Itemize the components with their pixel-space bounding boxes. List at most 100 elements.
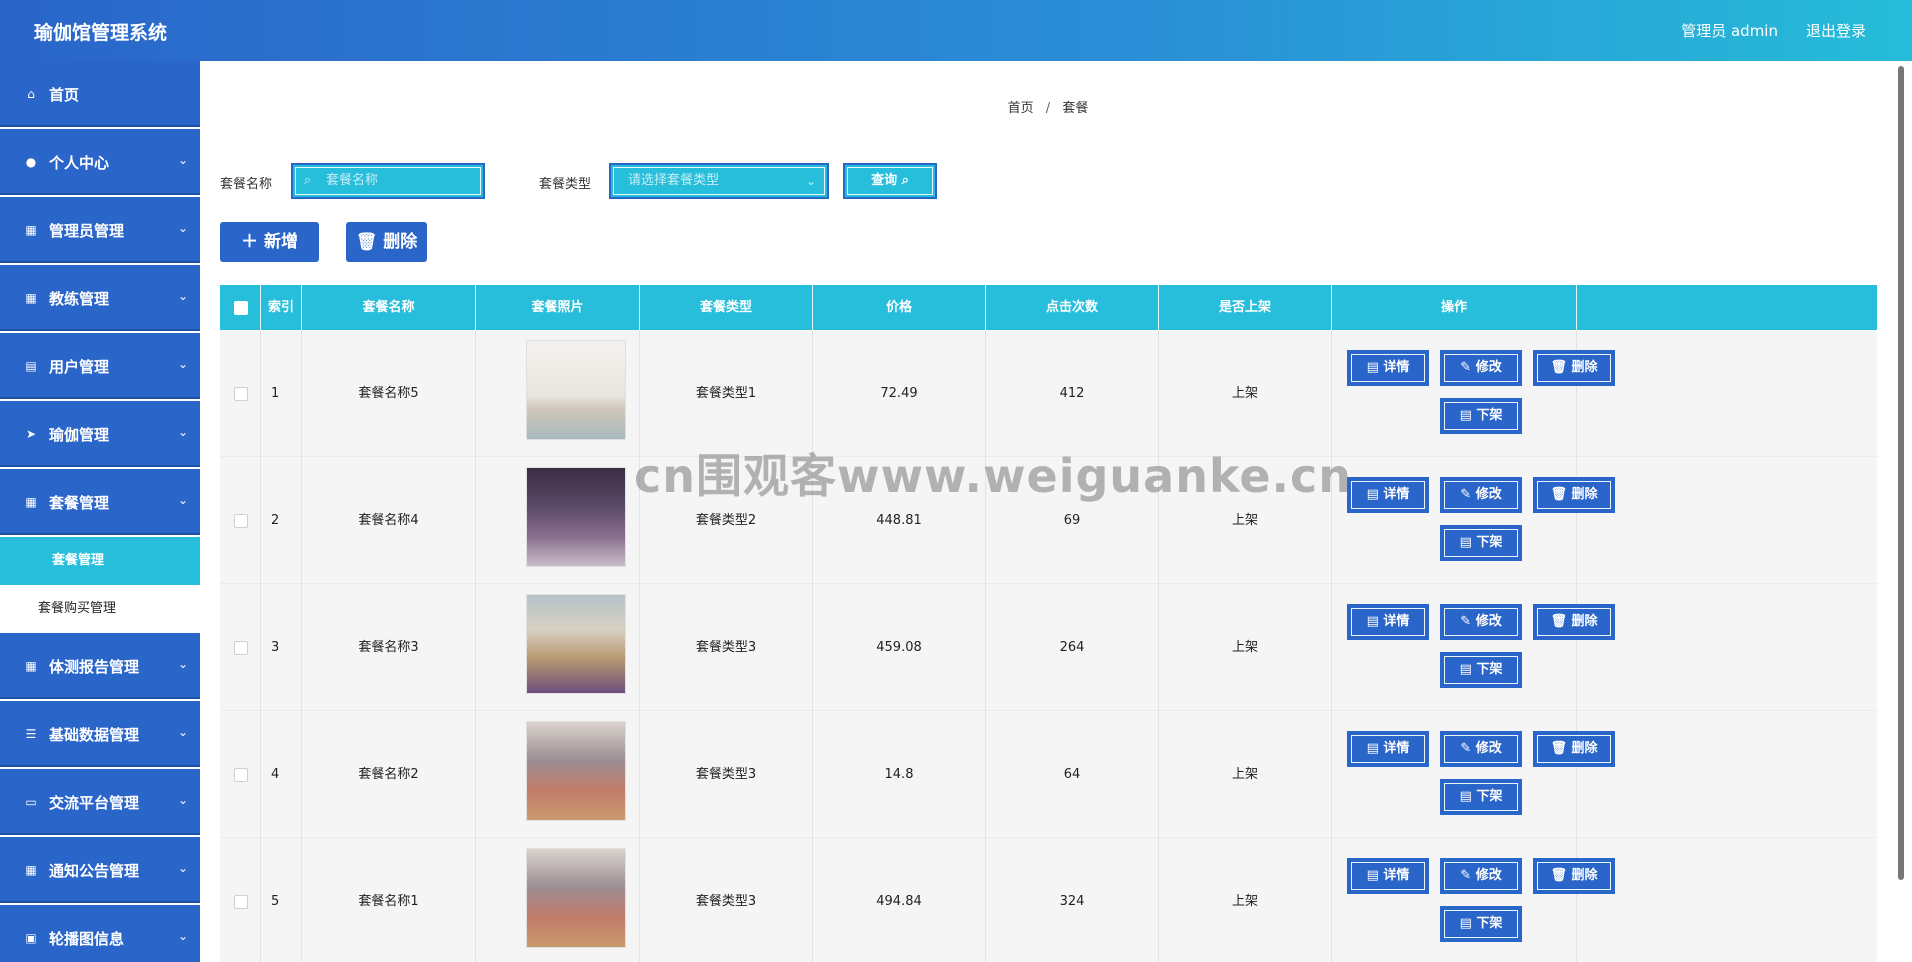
offshelf-button-label: ▤ 下架 [1444, 656, 1518, 684]
sidebar-item-carousel[interactable]: ▣ 轮播图信息 ⌄ [0, 905, 200, 962]
edit-button[interactable]: ✎ 修改 [1440, 604, 1522, 640]
select-all-checkbox[interactable] [234, 301, 248, 315]
row-package-type: 套餐类型3 [640, 584, 813, 711]
row-checkbox[interactable] [234, 387, 248, 401]
sidebar-item-home[interactable]: ⌂ 首页 [0, 61, 200, 129]
delete-button[interactable]: 🗑 删除 [1533, 604, 1615, 640]
page-scrollbar[interactable] [1896, 61, 1906, 962]
offshelf-button[interactable]: ▤ 下架 [1440, 906, 1522, 942]
row-price: 459.08 [813, 584, 986, 711]
sidebar-item-notices[interactable]: ▦ 通知公告管理 ⌄ [0, 837, 200, 905]
detail-button[interactable]: ▤ 详情 [1347, 731, 1429, 767]
detail-button[interactable]: ▤ 详情 [1347, 477, 1429, 513]
breadcrumb-separator: / [1045, 101, 1051, 116]
edit-button[interactable]: ✎ 修改 [1440, 858, 1522, 894]
sidebar-item-label: 套餐管理 [49, 494, 110, 512]
row-checkbox[interactable] [234, 768, 248, 782]
package-name-input[interactable]: ⌕ 套餐名称 [291, 163, 485, 199]
table-header: 索引 套餐名称 套餐照片 套餐类型 价格 点击次数 是否上架 操作 [220, 285, 1877, 330]
offshelf-button[interactable]: ▤ 下架 [1440, 779, 1522, 815]
detail-button[interactable]: ▤ 详情 [1347, 604, 1429, 640]
sidebar-item-coaches[interactable]: ▦ 教练管理 ⌄ [0, 265, 200, 333]
row-select-cell [220, 584, 261, 711]
row-index: 5 [261, 838, 302, 962]
current-user[interactable]: 管理员 admin [1681, 20, 1778, 41]
sidebar-item-profile[interactable]: ● 个人中心 ⌄ [0, 129, 200, 197]
batch-delete-button[interactable]: 🗑 删除 [346, 222, 427, 262]
package-photo[interactable] [526, 467, 626, 567]
grid-icon: ▦ [25, 495, 37, 509]
sidebar-item-label: 用户管理 [49, 358, 110, 376]
chevron-down-icon: ⌄ [177, 725, 188, 739]
row-index: 3 [261, 584, 302, 711]
select-all-cell [220, 285, 261, 330]
package-name-placeholder: 套餐名称 [326, 173, 379, 188]
sidebar-item-admins[interactable]: ▦ 管理员管理 ⌄ [0, 197, 200, 265]
breadcrumb-home[interactable]: 首页 [1008, 101, 1034, 116]
edit-button[interactable]: ✎ 修改 [1440, 477, 1522, 513]
sidebar-item-forum[interactable]: ▭ 交流平台管理 ⌄ [0, 769, 200, 837]
delete-button[interactable]: 🗑 删除 [1533, 858, 1615, 894]
delete-button[interactable]: 🗑 删除 [1533, 350, 1615, 386]
offshelf-button-label: ▤ 下架 [1444, 910, 1518, 938]
sidebar-item-label: 教练管理 [49, 290, 110, 308]
row-index: 2 [261, 457, 302, 584]
edit-button[interactable]: ✎ 修改 [1440, 350, 1522, 386]
offshelf-button[interactable]: ▤ 下架 [1440, 652, 1522, 688]
row-select-cell [220, 711, 261, 838]
clipboard-icon: ▣ [25, 931, 37, 945]
sidebar-item-fitness-reports[interactable]: ▦ 体测报告管理 ⌄ [0, 633, 200, 701]
row-photo-cell [476, 838, 640, 962]
row-onshelf-status: 上架 [1159, 330, 1332, 457]
table-body: 1 套餐名称5 套餐类型1 72.49 412 上架 ▤ 详情 ✎ 修改 🗑 删除 ▤ 下架 2 套餐… [220, 330, 1877, 962]
detail-button[interactable]: ▤ 详情 [1347, 350, 1429, 386]
submenu-package-management[interactable]: 套餐管理 [0, 537, 200, 585]
search-button[interactable]: 查询 ⌕ [843, 163, 937, 199]
offshelf-button-label: ▤ 下架 [1444, 402, 1518, 430]
grid-icon: ▦ [25, 291, 37, 305]
row-clicks: 412 [986, 330, 1159, 457]
sidebar-item-basic-data[interactable]: ☰ 基础数据管理 ⌄ [0, 701, 200, 769]
row-package-type: 套餐类型3 [640, 838, 813, 962]
detail-button-label: ▤ 详情 [1351, 481, 1425, 509]
package-type-select[interactable]: 请选择套餐类型 ⌄ [609, 163, 829, 199]
row-onshelf-status: 上架 [1159, 457, 1332, 584]
row-package-type: 套餐类型3 [640, 711, 813, 838]
row-actions-cell: ▤ 详情 ✎ 修改 🗑 删除 ▤ 下架 [1332, 584, 1615, 711]
package-name-label: 套餐名称 [220, 177, 273, 192]
search-button-label: 查询 ⌕ [847, 167, 933, 195]
edit-button[interactable]: ✎ 修改 [1440, 731, 1522, 767]
logout-link[interactable]: 退出登录 [1806, 20, 1866, 41]
offshelf-button[interactable]: ▤ 下架 [1440, 398, 1522, 434]
package-photo[interactable] [526, 594, 626, 694]
delete-button[interactable]: 🗑 删除 [1533, 477, 1615, 513]
row-checkbox[interactable] [234, 641, 248, 655]
delete-button[interactable]: 🗑 删除 [1533, 731, 1615, 767]
scrollbar-thumb[interactable] [1898, 66, 1904, 880]
sidebar-item-yoga[interactable]: ➤ 瑜伽管理 ⌄ [0, 401, 200, 469]
table-row: 2 套餐名称4 套餐类型2 448.81 69 上架 ▤ 详情 ✎ 修改 🗑 删除 ▤ 下架 [220, 457, 1877, 584]
row-actions-cell: ▤ 详情 ✎ 修改 🗑 删除 ▤ 下架 [1332, 711, 1615, 838]
add-button[interactable]: ＋ 新增 [220, 222, 319, 262]
breadcrumb: 首页 / 套餐 [200, 97, 1896, 116]
submenu-package-purchase[interactable]: 套餐购买管理 [0, 585, 200, 633]
package-photo[interactable] [526, 721, 626, 821]
home-icon: ⌂ [27, 87, 35, 101]
row-onshelf-status: 上架 [1159, 838, 1332, 962]
chevron-down-icon: ⌄ [177, 357, 188, 371]
row-price: 448.81 [813, 457, 986, 584]
row-photo-cell [476, 711, 640, 838]
detail-button-label: ▤ 详情 [1351, 735, 1425, 763]
offshelf-button[interactable]: ▤ 下架 [1440, 525, 1522, 561]
package-photo[interactable] [526, 340, 626, 440]
row-checkbox[interactable] [234, 514, 248, 528]
row-checkbox[interactable] [234, 895, 248, 909]
detail-button-label: ▤ 详情 [1351, 354, 1425, 382]
table-row: 5 套餐名称1 套餐类型3 494.84 324 上架 ▤ 详情 ✎ 修改 🗑 删除 ▤ 下架 [220, 838, 1877, 962]
sidebar-item-users[interactable]: ▤ 用户管理 ⌄ [0, 333, 200, 401]
package-photo[interactable] [526, 848, 626, 948]
sidebar-item-packages[interactable]: ▦ 套餐管理 ⌄ [0, 469, 200, 537]
chevron-down-icon: ⌄ [177, 493, 188, 507]
detail-button[interactable]: ▤ 详情 [1347, 858, 1429, 894]
app-title: 瑜伽馆管理系统 [34, 22, 168, 44]
